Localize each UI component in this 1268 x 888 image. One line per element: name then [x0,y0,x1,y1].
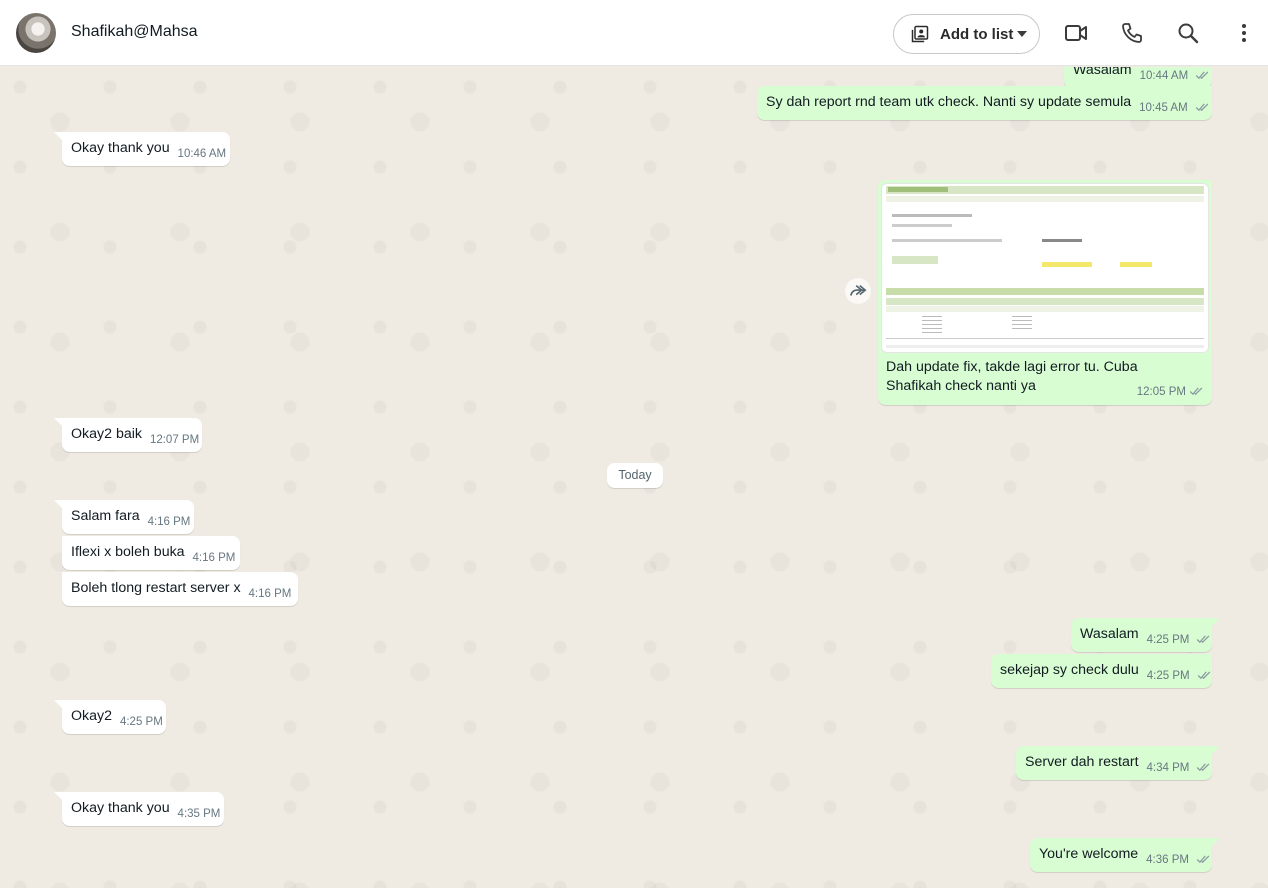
date-divider: Today [607,463,663,488]
read-ticks-icon [1195,103,1208,112]
bubble-tail [1212,838,1220,846]
message-text: Wasalam [1080,626,1139,642]
forward-icon [850,284,867,296]
dropdown-caret-icon [1017,31,1027,37]
bubble-tail [54,418,62,426]
message-text: Iflexi x boleh buka [71,544,185,560]
read-ticks-icon [1197,635,1210,644]
bubble-tail [54,132,62,140]
message-bubble-out[interactable]: Sy dah report rnd team utk check. Nanti … [757,86,1212,120]
message-bubble-out[interactable]: Wasalam 10:44 AM [1064,67,1212,88]
message-time: 4:16 PM [248,588,292,600]
message-bubble-in[interactable]: Iflexi x boleh buka 4:16 PM [62,536,240,570]
message-time: 10:44 AM [1139,70,1189,82]
message-time: 12:07 PM [149,434,200,446]
bubble-tail [54,500,62,508]
message-text: sekejap sy check dulu [1000,662,1139,678]
message-bubble-out[interactable]: Wasalam 4:25 PM [1071,618,1220,652]
message-bubble-in[interactable]: Boleh tlong restart server x 4:16 PM [62,572,298,606]
contact-avatar[interactable] [16,13,56,53]
message-text: Server dah restart [1025,754,1139,770]
message-time: 4:16 PM [147,516,191,528]
message-text: Salam fara [71,508,140,524]
message-bubble-in[interactable]: Okay thank you 10:46 AM [54,132,230,166]
read-ticks-icon [1196,855,1210,864]
forward-button[interactable] [845,278,871,304]
message-bubble-in[interactable]: Okay2 baik 12:07 PM [54,418,202,452]
message-text: Wasalam [1073,67,1132,78]
message-text: Okay thank you [71,140,170,156]
message-time: 10:45 AM [1139,102,1188,114]
read-ticks-icon [1195,71,1209,80]
chat-header: Shafikah@Mahsa Add to list [0,0,1268,66]
message-text: You're welcome [1039,846,1139,862]
read-ticks-icon [1197,671,1210,680]
message-text: Okay2 baik [71,426,142,442]
message-text: Sy dah report rnd team utk check. Nanti … [766,94,1132,110]
message-bubble-in[interactable]: Salam fara 4:16 PM [54,500,194,534]
search-icon[interactable] [1176,21,1200,45]
message-bubble-out[interactable]: Server dah restart 4:34 PM [1016,746,1220,780]
message-time: 4:25 PM [119,716,163,728]
read-ticks-icon [1189,387,1203,396]
message-bubble-in[interactable]: Okay2 4:25 PM [54,700,166,734]
bubble-tail [54,792,62,800]
message-time: 4:16 PM [192,552,236,564]
voice-call-icon[interactable] [1120,21,1144,45]
add-to-list-icon [911,25,929,43]
add-to-list-label: Add to list [940,25,1014,43]
message-time: 4:35 PM [177,808,221,820]
message-text: Okay thank you [71,800,170,816]
message-time: 4:34 PM [1146,762,1190,774]
more-options-icon[interactable] [1232,21,1256,45]
message-bubble-in[interactable]: Okay thank you 4:35 PM [54,792,224,826]
read-ticks-icon [1197,763,1210,772]
image-message-bubble[interactable]: Dah update fix, takde lagi error tu. Cub… [878,180,1212,405]
screenshot-thumbnail[interactable] [881,183,1209,353]
add-to-list-button[interactable]: Add to list [893,14,1040,54]
message-time: 10:46 AM [177,148,227,160]
video-call-icon[interactable] [1064,21,1088,45]
bubble-tail [54,700,62,708]
message-time: 12:05 PM [1136,386,1186,398]
message-time: 4:25 PM [1146,670,1190,682]
bubble-tail [1212,746,1220,754]
message-bubble-out[interactable]: You're welcome 4:36 PM [1030,838,1220,872]
message-list[interactable]: Wasalam 10:44 AM Sy dah report rnd team … [0,67,1268,888]
bubble-tail [1212,618,1220,626]
message-text: Boleh tlong restart server x [71,580,241,596]
message-text: Okay2 [71,708,113,724]
message-time: 4:36 PM [1146,854,1189,866]
contact-name[interactable]: Shafikah@Mahsa [71,23,198,41]
message-time: 4:25 PM [1146,634,1190,646]
message-bubble-out[interactable]: sekejap sy check dulu 4:25 PM [991,654,1212,688]
